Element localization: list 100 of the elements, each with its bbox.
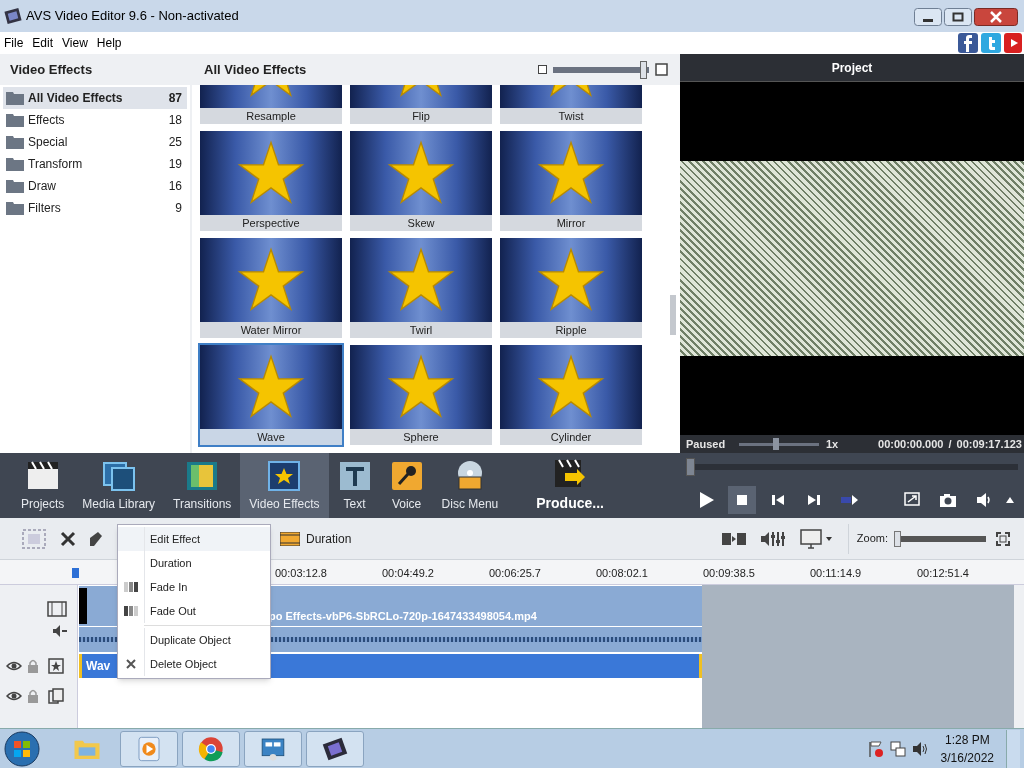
toolbar-tab[interactable]: Text [328,453,381,518]
toolbar-tab[interactable]: Voice [380,453,433,518]
close-button[interactable] [974,8,1018,26]
menu-item[interactable]: File [4,34,24,52]
split-icon[interactable] [721,531,746,546]
ruler-time: 00:03:12.8 [275,566,328,581]
play-square-icon[interactable] [1004,33,1022,53]
slider-thumb[interactable] [772,438,779,450]
slider-thumb[interactable] [640,60,648,79]
category-label: Filters [28,200,62,217]
delete-icon[interactable] [60,530,76,547]
star-frame-icon [48,658,64,674]
fit-icon[interactable] [996,531,1010,546]
category-label: All Video Effects [28,90,124,107]
menu-item[interactable]: Delete Object [118,652,270,676]
star-icon [237,246,305,314]
star-icon [537,246,605,314]
star-icon [537,139,605,207]
effect-label: Water Mirror [200,322,342,338]
effect-label: Twirl [350,322,492,338]
category-item[interactable]: Filters 9 [3,197,187,219]
fullscreen-icon [903,490,921,509]
ruler-time: 00:09:38.5 [703,566,756,581]
category-count: 9 [175,200,182,217]
playhead-marker[interactable] [72,568,79,578]
monitor-dropdown-icon[interactable] [799,528,834,549]
toolbar-tab[interactable]: Produce... [527,453,613,518]
category-item[interactable]: Transform 19 [3,153,187,175]
playback-status: Paused [686,436,727,452]
tool-icon[interactable] [90,531,102,546]
speed-label: 1x [826,436,839,452]
toolbar-tab[interactable]: Transitions [164,453,241,518]
ruler-time: 00:12:51.4 [917,566,970,581]
eye-icon[interactable] [6,691,22,701]
toolbar-tab[interactable]: Projects [12,453,74,518]
category-item[interactable]: Effects 18 [3,109,187,131]
clock-time: 1:28 PM [944,731,990,749]
menu-item[interactable]: Help [96,34,122,52]
fade-out-icon [124,606,138,616]
category-count: 25 [168,134,182,151]
ruler-time: 00:04:49.2 [382,566,435,581]
seek-thumb[interactable] [686,458,695,476]
flag-alert-icon[interactable] [866,739,885,758]
overlay-icon [48,688,64,704]
menu-item[interactable]: Duration [118,551,270,575]
menu-item[interactable]: Duplicate Object [118,628,270,652]
network-icon[interactable] [888,739,907,758]
zoom-label: Zoom: [856,531,888,547]
minimize-button[interactable] [914,8,942,26]
category-item[interactable]: Draw 16 [3,175,187,197]
time-separator: / [948,436,952,452]
panel-title: All Video Effects [204,60,307,79]
effect-label: Wave [200,429,342,445]
menu-item[interactable]: View [62,34,88,52]
category-count: 16 [168,178,182,195]
zoom-slider[interactable] [894,530,986,547]
window-title: AVS Video Editor 9.6 - Non-activated [26,7,239,26]
toolbar-tab[interactable]: Disc Menu [432,453,508,518]
category-count: 87 [168,90,182,107]
folder-icon [6,157,24,171]
folder-icon [6,113,24,127]
slider-thumb[interactable] [894,530,901,547]
delete-icon [126,659,136,669]
speed-slider[interactable] [739,438,819,450]
toolbar-tab[interactable]: Media Library [73,453,165,518]
menu-item[interactable]: Edit Effect [118,527,270,551]
panel-title: Video Effects [10,60,93,79]
effect-label: Skew [350,215,492,231]
star-film-icon [267,458,302,491]
maximize-button[interactable] [944,8,972,26]
stop-button[interactable] [728,485,756,514]
clip-thumbnail [79,588,87,624]
star-icon [537,353,605,421]
duration-button[interactable]: Duration [280,529,352,548]
effect-label: Perspective [200,215,342,231]
category-label: Special [28,134,69,151]
star-icon [237,353,305,421]
toolbar-tab[interactable]: Video Effects [240,453,329,518]
mute-icon[interactable] [53,625,67,637]
total-time: 00:09:17.123 [956,436,1022,452]
star-icon [387,139,455,207]
effect-clip-label: Wav [86,658,111,675]
category-count: 18 [168,112,182,129]
size-slider[interactable] [553,60,649,79]
caret-up-icon[interactable] [1006,496,1014,503]
menu-item[interactable]: Edit [32,34,54,52]
taskbar-button[interactable] [306,730,364,767]
category-item[interactable]: Special 25 [3,131,187,153]
current-time: 00:00:00.000 [878,436,944,452]
ruler-time: 00:11:14.9 [810,566,863,581]
category-label: Draw [28,178,57,195]
eye-icon[interactable] [6,661,22,671]
effect-label: Twist [500,108,642,124]
large-square-icon [655,63,668,76]
category-item[interactable]: All Video Effects 87 [3,87,187,109]
menu-item[interactable]: Fade Out [118,599,270,623]
scroll-bar[interactable] [1014,585,1024,728]
start-button[interactable] [4,730,40,767]
play-icon [697,490,715,509]
social-square-icon[interactable] [958,33,978,53]
